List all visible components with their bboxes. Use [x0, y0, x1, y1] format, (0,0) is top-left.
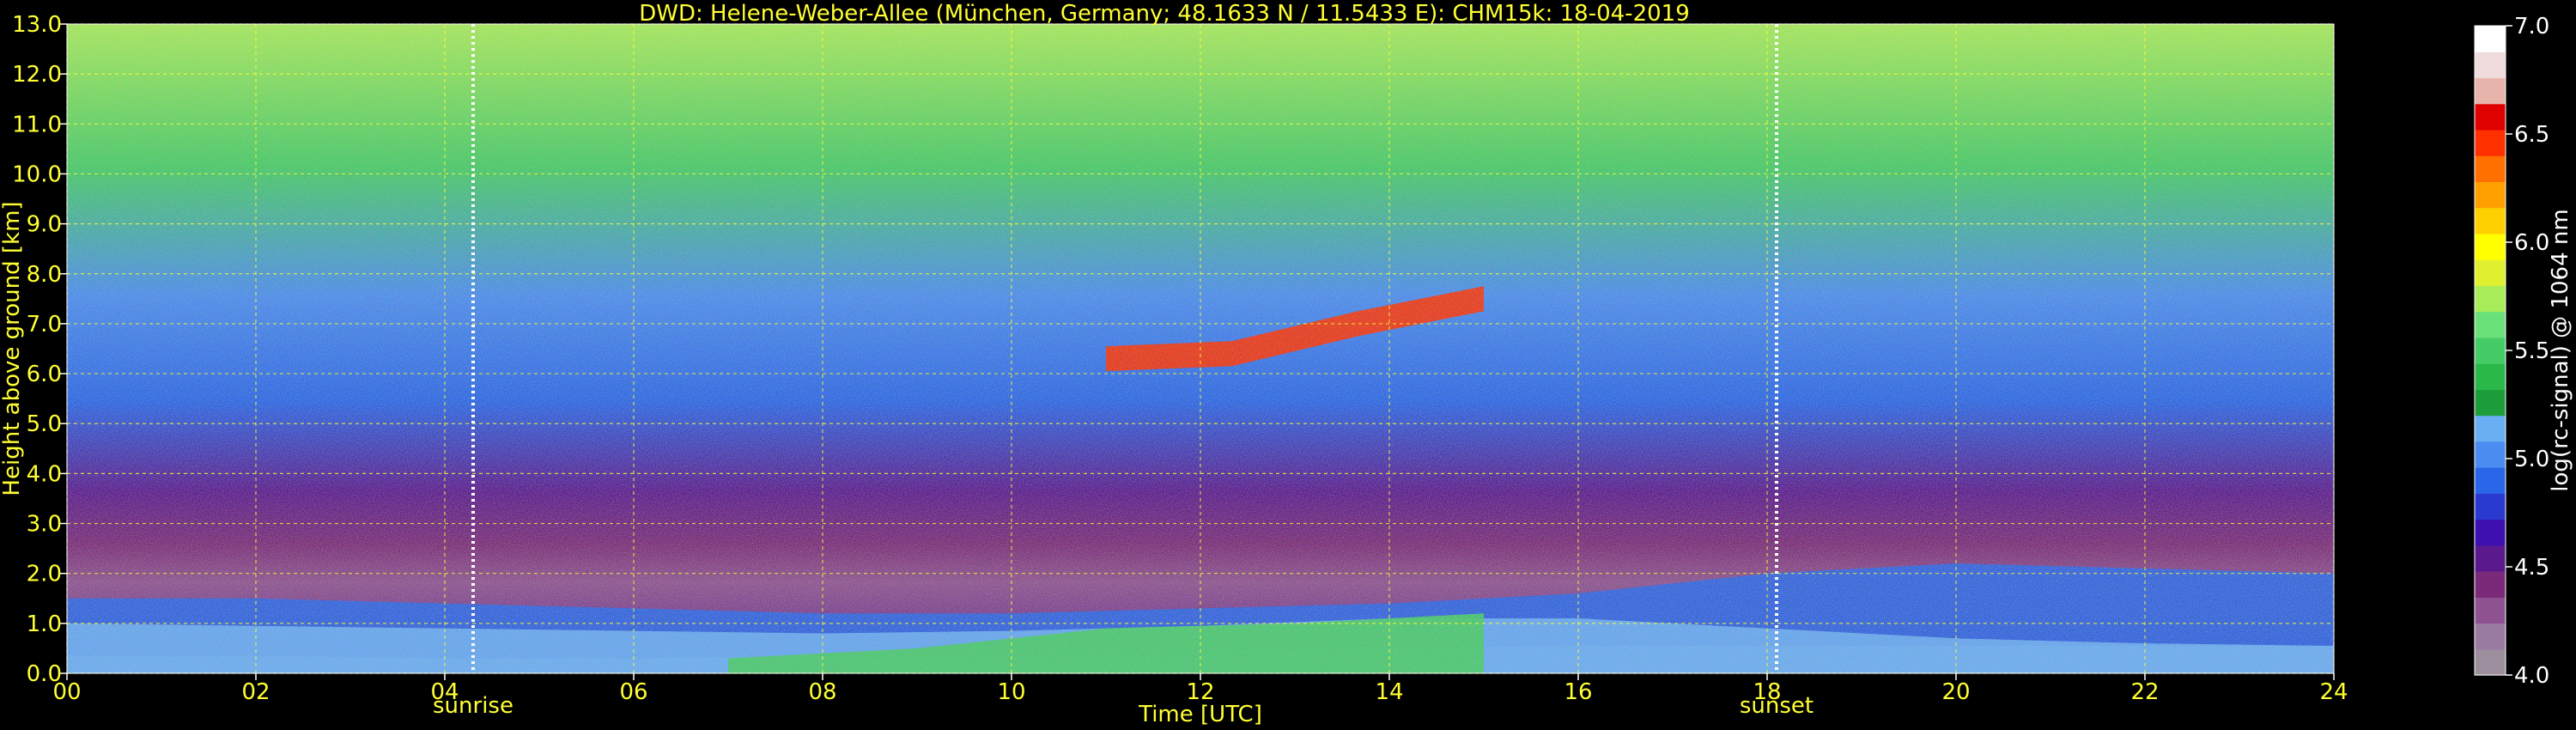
colorbar-swatches	[2475, 26, 2506, 676]
y-tick-label: 11.0	[12, 112, 62, 137]
colorbar-swatch	[2475, 155, 2506, 183]
y-axis-label: Height above ground [km]	[0, 201, 25, 496]
y-tick-label: 0.0	[27, 661, 62, 687]
colorbar-swatch	[2475, 285, 2506, 313]
colorbar-swatch	[2475, 441, 2506, 468]
colorbar-label: log(rc-signal) @ 1064 nm	[2548, 209, 2573, 491]
x-tick-label: 06	[619, 679, 647, 705]
y-tick-label: 13.0	[12, 12, 62, 38]
y-tick-label: 12.0	[12, 62, 62, 88]
colorbar: 4.0 4.5 5.0 5.5 6.0 6.5 7.0 log(rc-signal) @ 1…	[2474, 14, 2573, 689]
y-tick-label: 8.0	[27, 262, 62, 288]
colorbar-swatch	[2475, 648, 2506, 676]
colorbar-tick-label: 6.0	[2514, 230, 2549, 256]
colorbar-swatch	[2475, 544, 2506, 572]
colorbar-swatch	[2475, 363, 2506, 390]
colorbar-swatch	[2475, 103, 2506, 131]
colorbar-tick-label: 5.5	[2514, 338, 2549, 364]
x-tick-label: 08	[808, 679, 836, 705]
colorbar-tick-label: 5.0	[2514, 447, 2549, 472]
y-tick-label: 9.0	[27, 212, 62, 238]
y-tick-label: 2.0	[27, 562, 62, 587]
y-tick-label: 4.0	[27, 461, 62, 487]
x-tick-label: 14	[1375, 679, 1403, 705]
y-tick-label: 1.0	[27, 611, 62, 637]
colorbar-tick-label: 4.5	[2514, 555, 2549, 581]
colorbar-swatch	[2475, 493, 2506, 520]
x-axis-ticks: 00 02 04 06 08 10 12 14 16 18 20 22 24	[52, 673, 2348, 705]
y-tick-label: 6.0	[27, 362, 62, 387]
colorbar-swatch	[2475, 77, 2506, 105]
x-tick-label: 18	[1753, 679, 1781, 705]
colorbar-swatch	[2475, 415, 2506, 442]
x-tick-label: 20	[1941, 679, 1970, 705]
x-axis-label: Time [UTC]	[1138, 702, 1262, 727]
colorbar-swatch	[2475, 26, 2506, 52]
x-tick-label: 02	[241, 679, 270, 705]
colorbar-tick-label: 6.5	[2514, 122, 2549, 148]
colorbar-swatch	[2475, 519, 2506, 546]
y-tick-label: 3.0	[27, 512, 62, 538]
x-tick-label: 04	[430, 679, 459, 705]
y-tick-label: 10.0	[12, 161, 62, 187]
colorbar-swatch	[2475, 389, 2506, 417]
chart-title: DWD: Helene-Weber-Allee (München, German…	[639, 1, 1690, 27]
x-tick-label: 16	[1564, 679, 1592, 705]
x-tick-label: 22	[2130, 679, 2159, 705]
colorbar-swatch	[2475, 181, 2506, 209]
colorbar-swatch	[2475, 337, 2506, 364]
colorbar-tick-label: 4.0	[2514, 663, 2549, 689]
colorbar-tick-label: 7.0	[2514, 14, 2549, 40]
colorbar-swatch	[2475, 129, 2506, 156]
colorbar-swatch	[2475, 233, 2506, 260]
colorbar-swatch	[2475, 52, 2506, 79]
colorbar-ticks: 4.0 4.5 5.0 5.5 6.0 6.5 7.0	[2506, 14, 2549, 689]
colorbar-swatch	[2475, 207, 2506, 234]
x-tick-label: 24	[2319, 679, 2348, 705]
y-tick-label: 5.0	[27, 411, 62, 437]
colorbar-swatch	[2475, 597, 2506, 624]
colorbar-swatch	[2475, 571, 2506, 598]
x-tick-label: 10	[997, 679, 1025, 705]
y-tick-label: 7.0	[27, 312, 62, 338]
colorbar-swatch	[2475, 311, 2506, 338]
ceilometer-chart: sunrise sunset 00 02 04 06 08 10 12 14 16 18 20 22 24…	[0, 1, 2573, 727]
colorbar-swatch	[2475, 623, 2506, 650]
colorbar-swatch	[2475, 259, 2506, 286]
colorbar-swatch	[2475, 467, 2506, 494]
